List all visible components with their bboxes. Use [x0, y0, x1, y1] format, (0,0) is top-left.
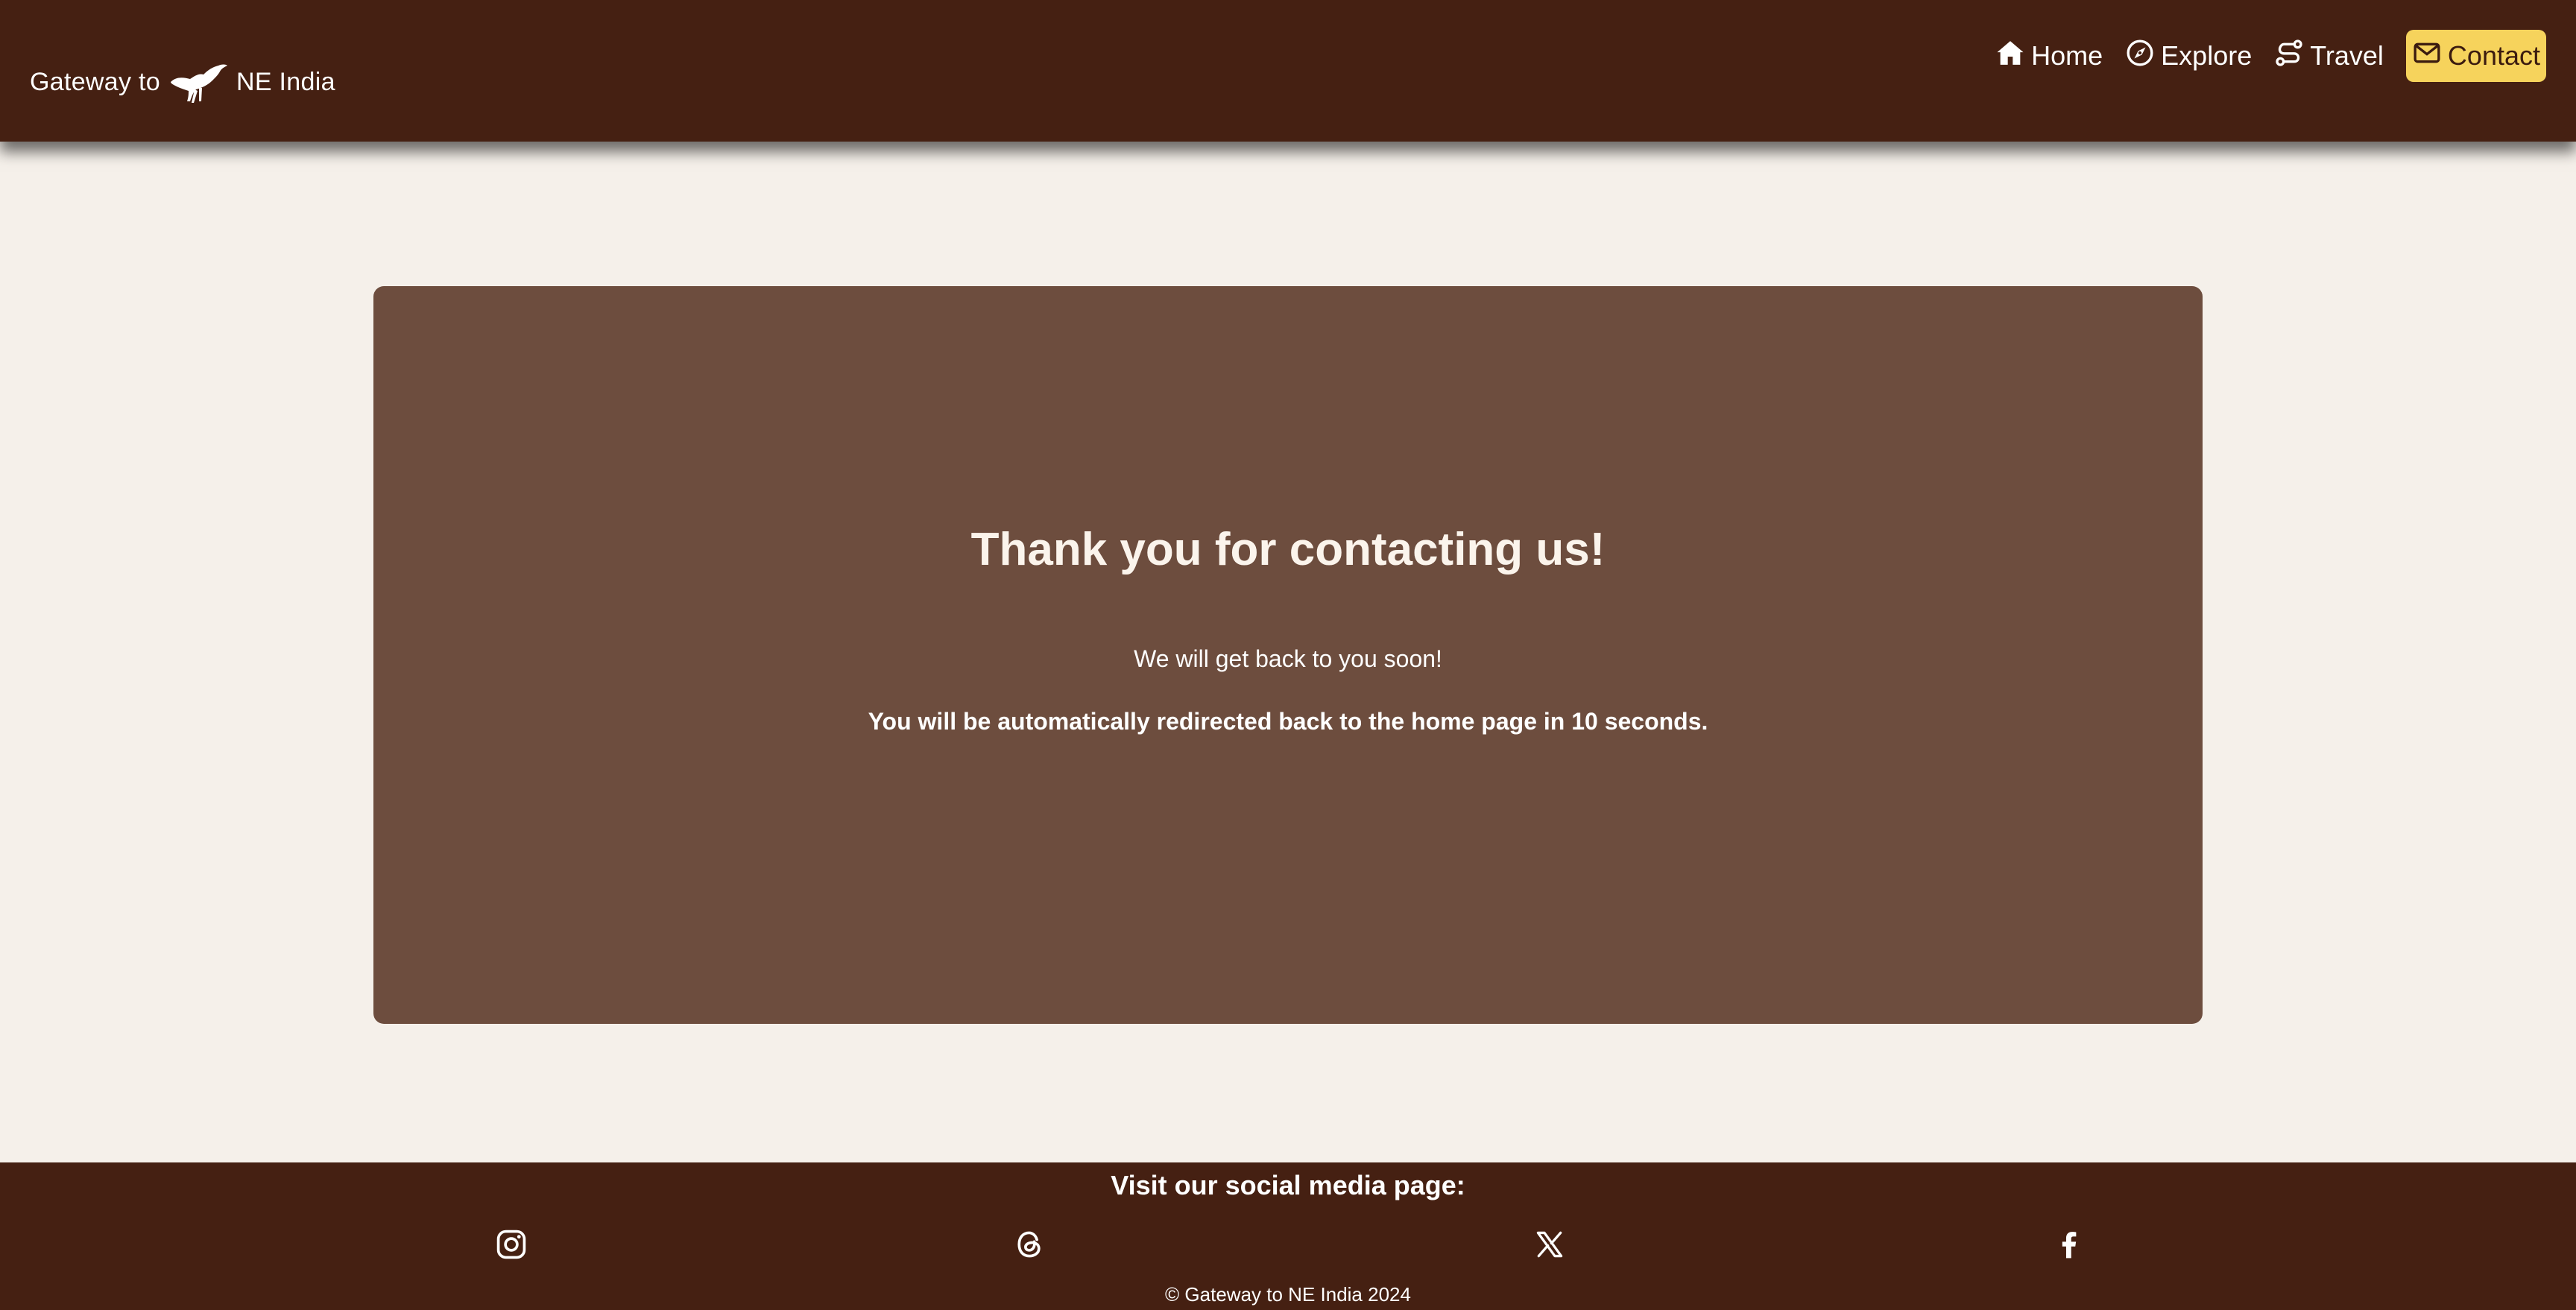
social-title: Visit our social media page: [1111, 1170, 1465, 1200]
threads-icon[interactable] [1013, 1228, 1046, 1261]
brand-logo-link[interactable]: Gateway to NE India [30, 58, 335, 106]
social-icons [0, 1228, 2576, 1276]
thank-you-card: Thank you for contacting us! We will get… [373, 286, 2203, 1024]
compass-icon [2125, 38, 2155, 75]
home-icon [1995, 38, 2025, 75]
envelope-icon [2412, 38, 2442, 75]
x-icon[interactable] [1533, 1228, 1566, 1261]
instagram-icon[interactable] [495, 1228, 528, 1261]
nav-contact-label: Contact [2447, 40, 2540, 71]
brand-suffix: NE India [236, 67, 335, 96]
nav-contact[interactable]: Contact [2405, 30, 2546, 82]
brand-prefix: Gateway to [30, 67, 160, 96]
hornbill-bird-icon [169, 60, 229, 104]
nav-home[interactable]: Home [1995, 30, 2103, 82]
nav-travel[interactable]: Travel [2274, 30, 2384, 82]
redirect-notice: You will be automatically redirected bac… [868, 708, 1708, 735]
nav-explore-label: Explore [2161, 40, 2253, 71]
main-nav: Home Explore Travel Contact [1995, 30, 2546, 82]
nav-explore[interactable]: Explore [2125, 30, 2252, 82]
site-header: Gateway to NE India Home Explore Travel … [0, 0, 2576, 142]
confirmation-message: We will get back to you soon! [1134, 645, 1442, 672]
page-title: Thank you for contacting us! [970, 524, 1606, 575]
route-icon [2274, 38, 2304, 75]
nav-home-label: Home [2031, 40, 2103, 71]
copyright-text: © Gateway to NE India 2024 [1165, 1283, 1411, 1306]
site-footer: Visit our social media page: © Gateway t… [0, 1162, 2576, 1310]
facebook-icon[interactable] [2053, 1228, 2086, 1261]
nav-travel-label: Travel [2310, 40, 2384, 71]
